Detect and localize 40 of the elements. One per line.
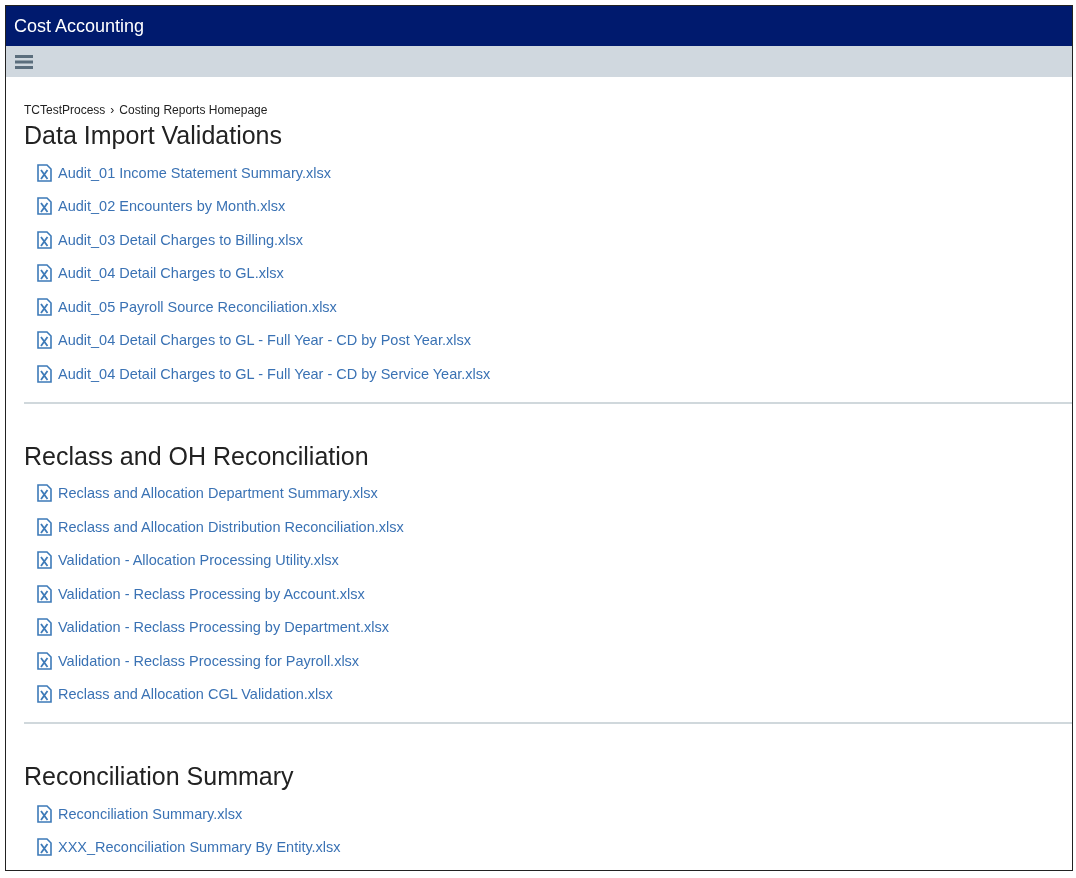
section-heading: Data Import Validations (24, 121, 283, 150)
section-heading: Reclass and OH Reconciliation (24, 441, 370, 471)
file-link[interactable]: Validation - Reclass Processing by Account.xlsx (58, 585, 365, 602)
file-link[interactable]: Reclass and Allocation Department Summary.xlsx (58, 485, 378, 502)
file-link[interactable]: Validation - Allocation Processing Utility.xlsx (58, 552, 339, 569)
file-link[interactable]: XXX_Reconciliation Summary By Entity.xlsx (58, 839, 341, 856)
file-link[interactable]: Audit_04 Detail Charges to GL.xlsx (58, 265, 284, 282)
menu-icon[interactable] (15, 54, 33, 69)
excel-file-icon (37, 331, 52, 350)
excel-file-icon (37, 517, 52, 536)
file-link[interactable]: Validation - Reclass Processing for Payroll.xlsx (58, 652, 360, 669)
breadcrumb-link[interactable]: Costing Reports Homepage (119, 103, 268, 117)
section-heading: Reconciliation Summary (24, 762, 295, 791)
file-link[interactable]: Reconciliation Summary.xlsx (58, 805, 243, 822)
excel-file-icon (37, 804, 52, 823)
excel-file-icon (37, 297, 52, 316)
excel-file-icon (37, 484, 52, 503)
excel-file-icon (37, 230, 52, 249)
file-link[interactable]: Audit_01 Income Statement Summary.xlsx (58, 164, 331, 181)
file-link[interactable]: Reclass and Allocation Distribution Reconciliation.xlsx (58, 518, 404, 535)
excel-file-icon (37, 551, 52, 570)
excel-file-icon (37, 584, 52, 603)
file-link[interactable]: Audit_04 Detail Charges to GL - Full Year - CD by Service Year.xlsx (58, 365, 491, 382)
excel-file-icon (37, 197, 52, 216)
excel-file-icon (37, 618, 52, 637)
excel-file-icon (37, 264, 52, 283)
file-link[interactable]: Reclass and Allocation CGL Validation.xlsx (58, 686, 333, 703)
breadcrumb-link[interactable]: TCTestProcess (24, 103, 106, 117)
excel-file-icon (37, 364, 52, 383)
file-link[interactable]: Audit_05 Payroll Source Reconciliation.xlsx (58, 298, 337, 315)
excel-file-icon (37, 651, 52, 670)
window-title: Cost Accounting (14, 15, 145, 37)
excel-file-icon (37, 685, 52, 704)
file-link[interactable]: Audit_03 Detail Charges to Billing.xlsx (58, 231, 303, 248)
breadcrumb-separator: › (110, 103, 115, 117)
file-link[interactable]: Audit_04 Detail Charges to GL - Full Year - CD by Post Year.xlsx (58, 332, 471, 349)
excel-file-icon (37, 163, 52, 182)
file-link[interactable]: Validation - Reclass Processing by Department.xlsx (58, 619, 389, 636)
file-link[interactable]: Audit_02 Encounters by Month.xlsx (58, 198, 286, 215)
excel-file-icon (37, 838, 52, 857)
